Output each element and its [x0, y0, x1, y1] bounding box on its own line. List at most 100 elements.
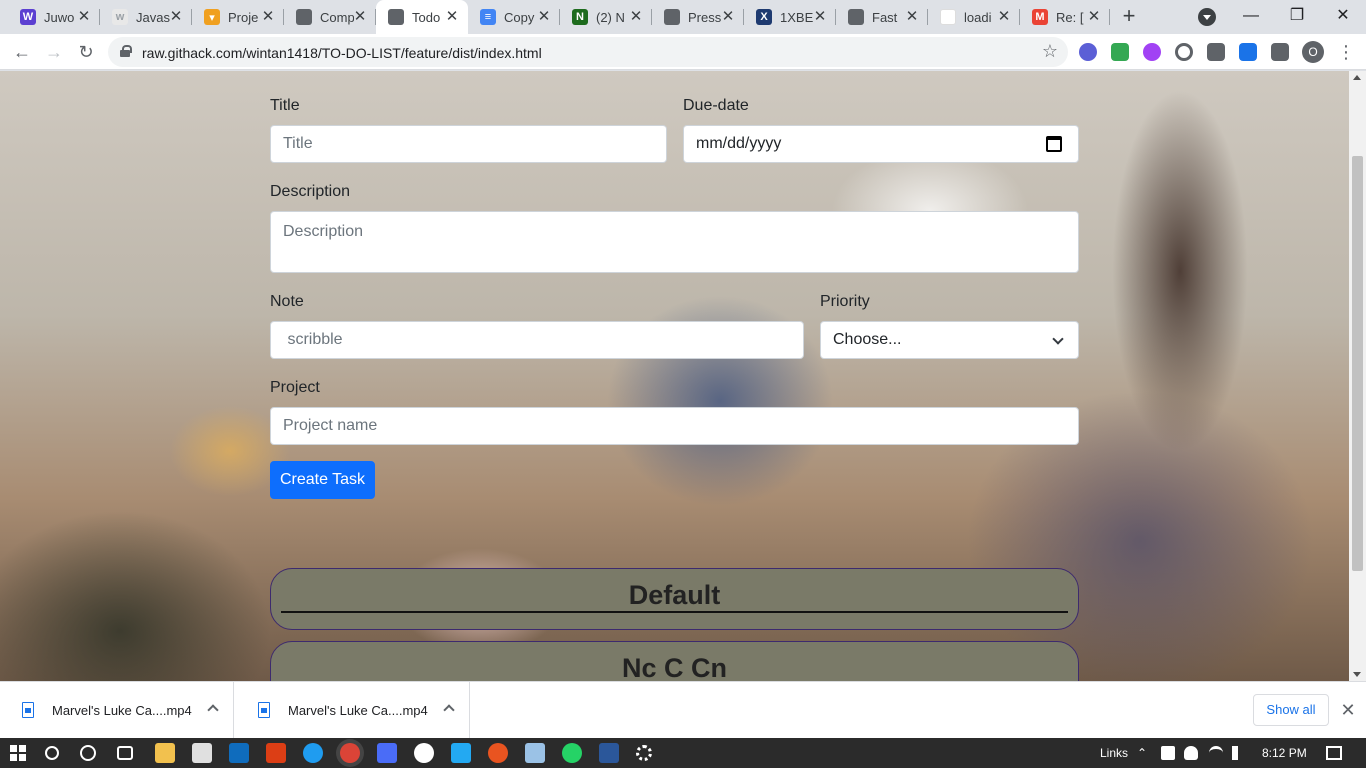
address-bar[interactable]: raw.githack.com/wintan1418/TO-DO-LIST/fe… [108, 37, 1068, 67]
download-item[interactable]: Marvel's Luke Ca....mp4 [0, 682, 234, 739]
extension-x-icon[interactable] [1111, 43, 1129, 61]
project-label: Project [270, 379, 320, 396]
links-toolbar[interactable]: Links [1100, 746, 1128, 760]
extension-arc-icon[interactable] [1175, 43, 1193, 61]
browser-toolbar: ← → ↻ raw.githack.com/wintan1418/TO-DO-L… [0, 34, 1366, 70]
download-filename[interactable]: Marvel's Luke Ca....mp4 [52, 703, 192, 718]
close-tab-icon[interactable]: ✕ [76, 9, 92, 25]
close-tab-icon[interactable]: ✕ [720, 9, 736, 25]
url-text[interactable]: raw.githack.com/wintan1418/TO-DO-LIST/fe… [142, 45, 542, 61]
tab-fast[interactable]: Fast ✕ [836, 0, 928, 34]
edge-icon[interactable] [303, 743, 323, 763]
due-date-input[interactable]: mm/dd/yyyy [683, 125, 1079, 163]
wifi-icon[interactable] [1209, 746, 1223, 760]
office-icon[interactable] [266, 743, 286, 763]
volume-icon[interactable] [1232, 746, 1246, 760]
calendar-icon[interactable] [1046, 136, 1062, 152]
battery-icon[interactable] [1161, 746, 1175, 760]
show-all-downloads-button[interactable]: Show all [1253, 694, 1329, 726]
tab-2-n[interactable]: N (2) N ✕ [560, 0, 652, 34]
task-view-icon[interactable] [117, 746, 133, 760]
back-arrow-icon[interactable]: ← [10, 40, 34, 64]
ubuntu-icon[interactable] [488, 743, 508, 763]
extension-shape-icon[interactable] [1143, 43, 1161, 61]
onedrive-cloud-icon[interactable] [1184, 746, 1198, 760]
close-tab-icon[interactable]: ✕ [996, 9, 1012, 25]
close-tab-icon[interactable]: ✕ [812, 9, 828, 25]
chevron-up-icon[interactable] [443, 704, 455, 716]
store-icon[interactable] [192, 743, 212, 763]
extension-flower-icon[interactable] [1079, 43, 1097, 61]
tab-press[interactable]: Press ✕ [652, 0, 744, 34]
vscode-icon[interactable] [451, 743, 471, 763]
new-tab-button[interactable]: + [1117, 5, 1141, 29]
tab-proje[interactable]: ▾ Proje ✕ [192, 0, 284, 34]
chevron-up-icon[interactable] [207, 704, 219, 716]
priority-select[interactable]: Choose... [820, 321, 1079, 359]
tab-javas[interactable]: w Javas ✕ [100, 0, 192, 34]
profile-avatar[interactable]: O [1302, 41, 1324, 63]
1x-icon: X [756, 9, 772, 25]
close-tab-icon[interactable]: ✕ [536, 9, 552, 25]
priority-selected-value: Choose... [833, 331, 902, 348]
tab-todo[interactable]: Todo ✕ [376, 0, 468, 34]
due-date-label: Due-date [683, 97, 749, 114]
word-icon[interactable] [599, 743, 619, 763]
download-manager-icon[interactable] [1239, 43, 1257, 61]
close-downloads-icon[interactable]: ✕ [1338, 698, 1358, 722]
tab-comp[interactable]: Comp ✕ [284, 0, 376, 34]
zoom-icon[interactable] [377, 743, 397, 763]
scroll-down-arrow-icon[interactable] [1353, 672, 1361, 677]
tab-re[interactable]: M Re: [✕ [1020, 0, 1110, 34]
search-icon[interactable] [45, 746, 59, 760]
scroll-up-arrow-icon[interactable] [1353, 75, 1361, 80]
settings-gear-icon[interactable] [636, 745, 652, 761]
cortana-icon[interactable] [80, 745, 96, 761]
minimize-button[interactable]: — [1236, 4, 1266, 28]
bookmark-star-icon[interactable]: ☆ [1042, 41, 1058, 62]
close-tab-icon[interactable]: ✕ [1086, 9, 1102, 25]
file-explorer-icon[interactable] [155, 743, 175, 763]
browser-menu-icon[interactable]: ⋮ [1336, 41, 1356, 63]
scrollbar-thumb[interactable] [1352, 156, 1363, 571]
close-tab-icon[interactable]: ✕ [352, 9, 368, 25]
chrome-icon[interactable] [340, 743, 360, 763]
tab-juwo[interactable]: W Juwo ✕ [8, 0, 100, 34]
restore-button[interactable]: ❐ [1282, 4, 1312, 28]
extension-eyedropper-icon[interactable] [1207, 43, 1225, 61]
download-filename[interactable]: Marvel's Luke Ca....mp4 [288, 703, 428, 718]
tab-1xbe[interactable]: X 1XBE ✕ [744, 0, 836, 34]
close-tab-icon[interactable]: ✕ [444, 9, 460, 25]
project-card-default[interactable]: Default [270, 568, 1079, 630]
lock-icon[interactable] [120, 45, 132, 57]
download-item[interactable]: Marvel's Luke Ca....mp4 [236, 682, 470, 739]
description-textarea[interactable]: Description [270, 211, 1079, 273]
forward-arrow-icon[interactable]: → [42, 40, 66, 64]
tab-title: 1XBE [780, 9, 814, 25]
page-scrollbar[interactable] [1349, 71, 1366, 681]
whatsapp-icon[interactable] [562, 743, 582, 763]
due-date-placeholder: mm/dd/yyyy [696, 135, 782, 152]
chevron-up-icon[interactable]: ⌃ [1137, 746, 1151, 760]
tab-copy[interactable]: ≡ Copy ✕ [468, 0, 560, 34]
note-input[interactable]: scribble [270, 321, 804, 359]
slack-icon[interactable] [414, 743, 434, 763]
title-input[interactable]: Title [270, 125, 667, 163]
project-card-second[interactable]: Nc C Cn [270, 641, 1079, 681]
action-center-icon[interactable] [1326, 746, 1342, 760]
close-tab-icon[interactable]: ✕ [260, 9, 276, 25]
close-window-button[interactable]: ✕ [1328, 4, 1358, 28]
tab-loadi[interactable]: loadi ✕ [928, 0, 1020, 34]
create-task-button[interactable]: Create Task [270, 461, 375, 499]
close-tab-icon[interactable]: ✕ [168, 9, 184, 25]
clock[interactable]: 8:12 PM [1262, 746, 1307, 760]
tab-search-icon[interactable] [1198, 8, 1216, 26]
close-tab-icon[interactable]: ✕ [628, 9, 644, 25]
windows-start-icon[interactable] [8, 743, 28, 763]
project-input[interactable]: Project name [270, 407, 1079, 445]
close-tab-icon[interactable]: ✕ [904, 9, 920, 25]
extensions-puzzle-icon[interactable] [1271, 43, 1289, 61]
reload-icon[interactable]: ↻ [74, 40, 98, 64]
mail-icon[interactable] [229, 743, 249, 763]
notepad-icon[interactable] [525, 743, 545, 763]
